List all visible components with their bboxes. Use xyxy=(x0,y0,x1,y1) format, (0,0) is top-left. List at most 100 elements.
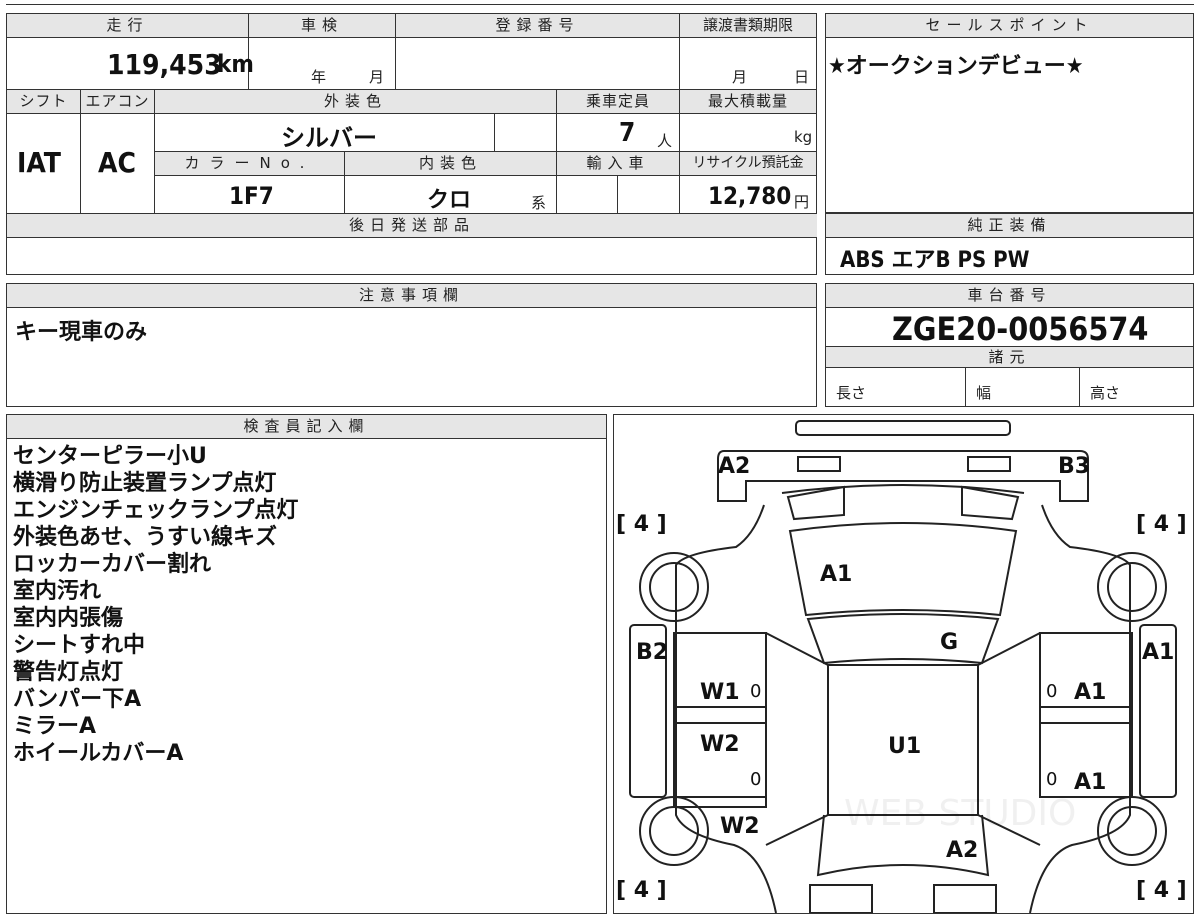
inspector-header: 検査員記入欄 xyxy=(7,415,606,439)
inspector-line: シートすれ中 xyxy=(13,633,146,658)
zero-mark: 0 xyxy=(1046,681,1057,702)
sales-point-text: ★オークションデビュー★ xyxy=(828,54,1084,79)
label-tire-fl: [ 4 ] xyxy=(616,512,667,537)
later-parts-cell xyxy=(7,238,817,274)
label-hood: A1 xyxy=(820,562,852,587)
sales-point-box: セールスポイント ★オークションデビュー★ xyxy=(825,13,1194,213)
transfer-deadline-header: 譲渡書類期限 xyxy=(680,14,817,38)
color-no-cell: 1F7 xyxy=(155,176,345,214)
notes-box: 注意事項欄 キー現車のみ xyxy=(6,283,817,407)
label-door-rf: A1 xyxy=(1074,680,1106,705)
interior-color-cell: クロ 系 xyxy=(345,176,557,214)
shaken-month-label: 月 xyxy=(369,68,385,86)
label-tire-rl: [ 4 ] xyxy=(616,878,667,903)
shift-cell: IAT xyxy=(7,114,81,214)
specs-width-label: 幅 xyxy=(976,384,992,402)
color-no-header: カラーNo. xyxy=(155,152,345,176)
specs-width-cell: 幅 xyxy=(966,368,1080,406)
inspector-line: センターピラー小U xyxy=(13,444,207,469)
color-no-value: 1F7 xyxy=(229,182,274,210)
specs-height-cell: 高さ xyxy=(1080,368,1193,406)
recycle-fee-header: リサイクル預託金 xyxy=(680,152,817,176)
mileage-cell: 119,453 km xyxy=(7,38,254,90)
car-diagram-box: A2 B3 A1 G U1 A2 B2 A1 W1 W2 W2 A1 A1 [ … xyxy=(613,414,1194,914)
transfer-deadline-cell: 月 日 xyxy=(680,38,817,90)
max-load-cell: kg xyxy=(680,114,817,152)
inspector-line: ミラーA xyxy=(13,714,97,739)
shift-value: IAT xyxy=(17,146,61,179)
inspector-line: 室内内張傷 xyxy=(13,606,124,631)
capacity-unit: 人 xyxy=(657,132,673,150)
label-front-left: A2 xyxy=(718,454,750,479)
vehicle-info-table: 走行 車検 登録番号 譲渡書類期限 119,453 km 年 月 月 日 シフト… xyxy=(6,13,817,275)
mileage-value: 119,453 xyxy=(107,48,222,81)
shaken-year-label: 年 xyxy=(311,68,327,86)
specs-length-label: 長さ xyxy=(836,384,867,402)
max-load-unit: kg xyxy=(794,128,813,146)
chassis-box: 車台番号 ZGE20-0056574 諸元 長さ 幅 高さ xyxy=(825,283,1194,407)
exterior-color-cell: シルバー xyxy=(155,114,495,152)
shaken-cell: 年 月 xyxy=(249,38,396,90)
specs-length-cell: 長さ xyxy=(826,368,966,406)
zero-mark: 0 xyxy=(750,769,761,790)
label-tire-fr: [ 4 ] xyxy=(1136,512,1187,537)
label-quarter-left: W2 xyxy=(720,814,760,839)
label-roof-front: G xyxy=(940,630,958,655)
label-rear: A2 xyxy=(946,838,978,863)
aircon-cell: AC xyxy=(81,114,155,214)
chassis-header: 車台番号 xyxy=(826,284,1193,308)
exterior-color-extra-cell xyxy=(495,114,557,152)
capacity-header: 乗車定員 xyxy=(557,90,680,114)
top-edge-fragment xyxy=(6,0,1194,5)
specs-height-label: 高さ xyxy=(1090,384,1121,402)
later-parts-header: 後日発送部品 xyxy=(7,214,817,238)
inspector-box: 検査員記入欄 センターピラー小U 横滑り防止装置ランプ点灯 エンジンチェックラン… xyxy=(6,414,607,914)
interior-color-header: 内装色 xyxy=(345,152,557,176)
label-left-pillar: B2 xyxy=(636,640,668,665)
exterior-color-value: シルバー xyxy=(281,124,377,152)
shift-header: シフト xyxy=(7,90,81,114)
inspector-line: 外装色あせ、うすい線キズ xyxy=(13,525,278,550)
chassis-value: ZGE20-0056574 xyxy=(892,310,1149,348)
label-door-rr: A1 xyxy=(1074,770,1106,795)
recycle-fee-cell: 12,780 円 xyxy=(680,176,817,214)
inspector-line: ホイールカバーA xyxy=(13,741,184,766)
inspector-line: エンジンチェックランプ点灯 xyxy=(13,498,299,523)
mileage-header: 走行 xyxy=(7,14,249,38)
exterior-color-header: 外装色 xyxy=(155,90,557,114)
notes-header: 注意事項欄 xyxy=(7,284,816,308)
shaken-header: 車検 xyxy=(249,14,396,38)
label-door-lr: W2 xyxy=(700,732,740,757)
inspector-line: ロッカーカバー割れ xyxy=(13,552,212,577)
specs-header: 諸元 xyxy=(826,346,1193,368)
interior-color-suffix: 系 xyxy=(531,194,547,212)
inspector-line: バンパー下A xyxy=(13,687,142,712)
notes-text: キー現車のみ xyxy=(15,320,148,345)
label-right-fender: A1 xyxy=(1142,640,1174,665)
recycle-fee-unit: 円 xyxy=(794,193,810,211)
interior-color-value: クロ xyxy=(427,188,472,213)
inspector-line: 警告灯点灯 xyxy=(13,660,124,685)
aircon-value: AC xyxy=(98,146,136,179)
inspector-lines: センターピラー小U 横滑り防止装置ランプ点灯 エンジンチェックランプ点灯 外装色… xyxy=(13,443,298,767)
watermark: WEB STUDIO xyxy=(844,793,1076,834)
genuine-equipment-box: 純正装備 ABS エアB PS PW xyxy=(825,213,1194,275)
capacity-value: 7 xyxy=(619,118,636,148)
recycle-fee-value: 12,780 xyxy=(708,182,792,210)
inspector-line: 横滑り防止装置ランプ点灯 xyxy=(13,471,277,496)
max-load-header: 最大積載量 xyxy=(680,90,817,114)
label-tire-rr: [ 4 ] xyxy=(1136,878,1187,903)
inspector-line: 室内汚れ xyxy=(13,579,102,604)
deadline-day-label: 日 xyxy=(794,68,810,86)
label-door-lf: W1 xyxy=(700,680,740,705)
import-cell-a xyxy=(557,176,618,214)
zero-mark: 0 xyxy=(750,681,761,702)
sales-point-header: セールスポイント xyxy=(826,14,1193,38)
car-diagram: A2 B3 A1 G U1 A2 B2 A1 W1 W2 W2 A1 A1 [ … xyxy=(616,420,1187,913)
genuine-equipment-value: ABS エアB PS PW xyxy=(840,248,1030,273)
capacity-cell: 7 人 xyxy=(557,114,680,152)
label-front-right: B3 xyxy=(1058,454,1090,479)
import-header: 輸入車 xyxy=(557,152,680,176)
deadline-month-label: 月 xyxy=(732,68,748,86)
genuine-equipment-header: 純正装備 xyxy=(826,214,1193,238)
